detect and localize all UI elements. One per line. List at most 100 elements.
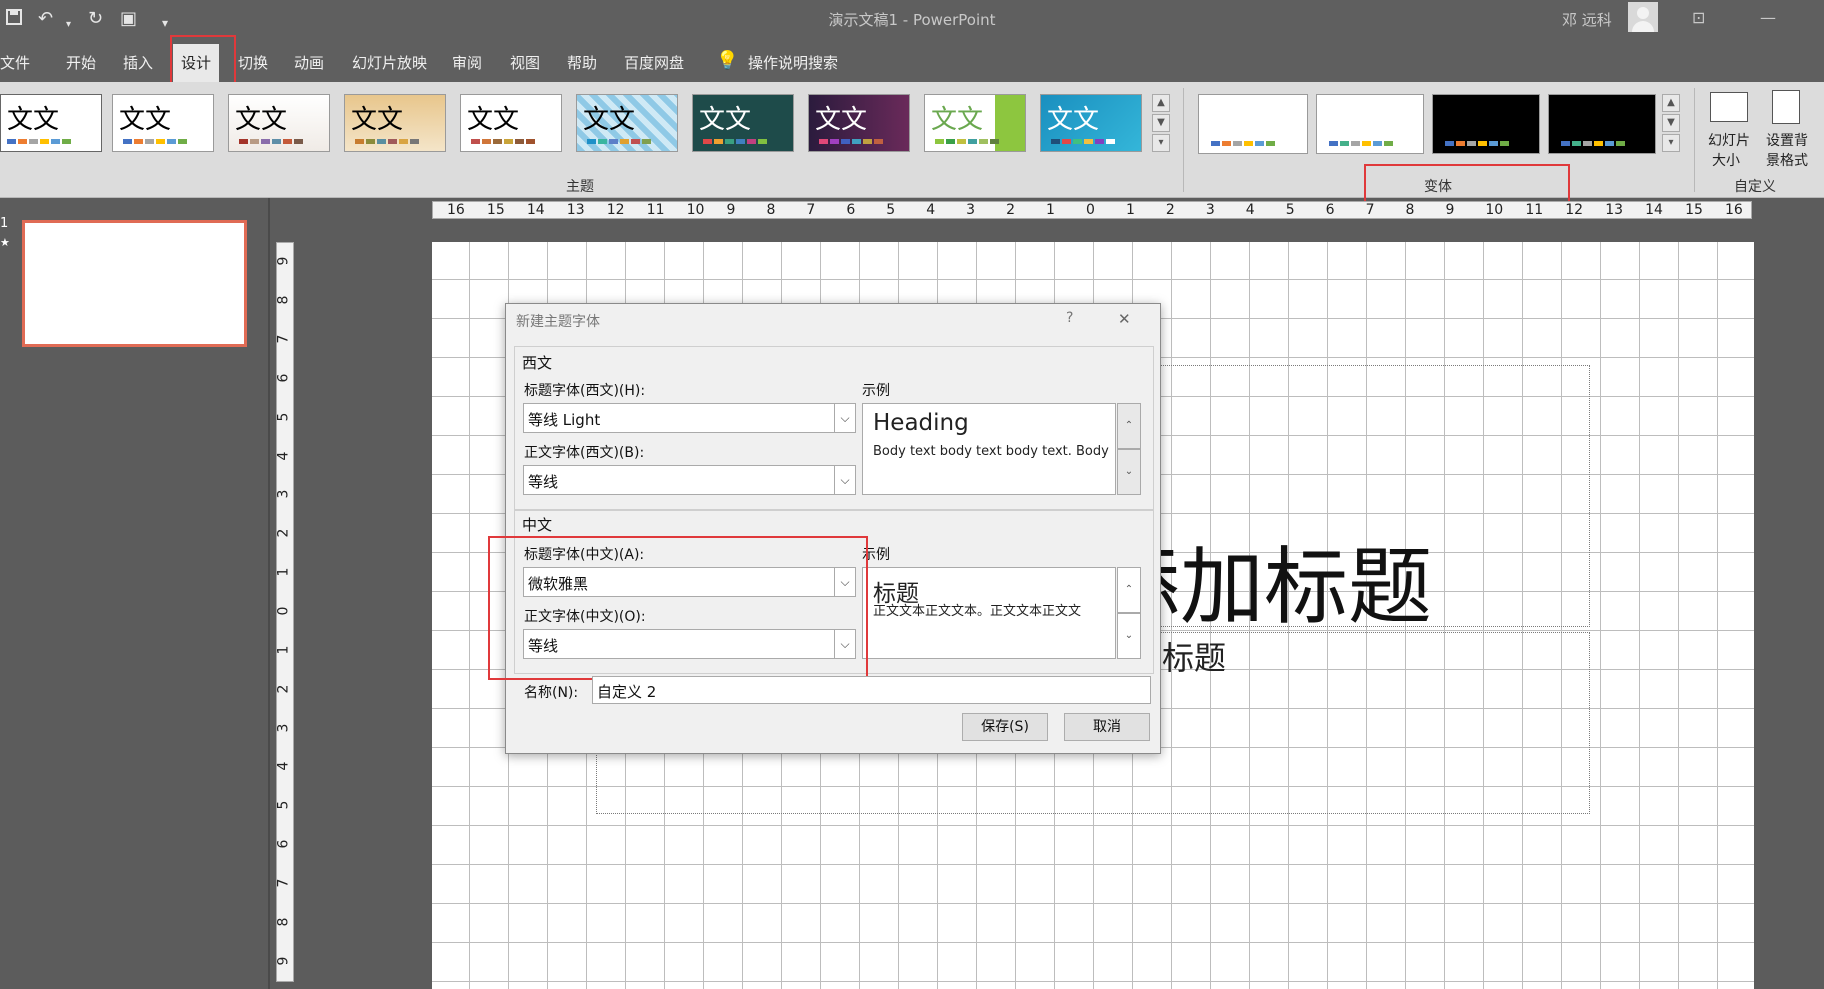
theme-thumb-3[interactable]: 文文 [228,94,330,152]
theme-thumb-4[interactable]: 文文 [344,94,446,152]
theme-sample-text: 文文 [583,105,636,135]
ruler-number: 0 [1086,202,1095,218]
tab-insert[interactable]: 插入 [123,52,153,73]
name-input[interactable]: 自定义 2 [592,676,1151,704]
user-name[interactable]: 邓 远科 [1562,9,1612,30]
swatch [1489,141,1498,146]
tab-review[interactable]: 审阅 [452,52,482,73]
format-background-icon[interactable] [1772,90,1800,124]
swatch [990,139,999,144]
variant-thumb-2[interactable] [1316,94,1424,154]
ruler-number: 9 [275,956,292,966]
ruler-number: 8 [275,295,292,305]
ruler-number: 10 [686,202,705,218]
vertical-ruler: 9 8 7 6 5 4 3 2 1 0 1 2 3 4 5 6 7 8 9 [275,242,294,982]
ruler-number: 2 [1006,202,1016,218]
variant-thumb-4[interactable] [1548,94,1656,154]
swatch [1467,141,1476,146]
avatar[interactable] [1628,2,1658,32]
save-button[interactable]: 保存(S) [962,713,1048,741]
theme-thumb-5[interactable]: 文文 [460,94,562,152]
group-divider [1183,88,1184,192]
theme-thumb-8[interactable]: 文文 [808,94,910,152]
format-background-label-2[interactable]: 景格式 [1766,150,1808,170]
minimize-icon[interactable]: — [1760,8,1776,27]
theme-sample-text: 文文 [931,105,984,135]
chinese-preview-scroll-down[interactable]: ⌄ [1117,613,1141,659]
swatch [272,139,281,144]
swatch [29,139,38,144]
tab-animations[interactable]: 动画 [294,52,324,73]
avatar-head [1637,7,1649,19]
theme-thumb-office[interactable]: 文文 [0,94,102,152]
present-from-start-icon[interactable]: ▣ [120,8,137,30]
swatch [1106,139,1115,144]
swatch [1095,139,1104,144]
themes-group-label: 主题 [566,179,594,195]
swatch [134,139,143,144]
tab-file[interactable]: 文件 [0,52,30,73]
undo-icon[interactable]: ↶ [38,8,53,30]
tab-slideshow[interactable]: 幻灯片放映 [352,52,427,73]
themes-more-button[interactable]: ▾ [1152,134,1170,152]
ribbon-display-options-icon[interactable]: ⊡ [1692,8,1705,27]
undo-dropdown-icon[interactable]: ▾ [66,14,71,36]
slide-thumbnail-1[interactable] [22,220,247,347]
swatch [250,139,259,144]
swatch [725,139,734,144]
swatch [294,139,303,144]
theme-thumb-6[interactable]: 文文 [576,94,678,152]
tab-baidu-netdisk[interactable]: 百度网盘 [624,52,684,73]
customize-qat-icon[interactable]: ▾ [162,12,168,34]
body-font-western-select[interactable]: 等线 ⌵ [523,465,856,495]
tab-view[interactable]: 视图 [510,52,540,73]
swatch [642,139,651,144]
ruler-number: 3 [275,490,292,499]
slide-size-label-2[interactable]: 大小 [1712,150,1740,170]
chinese-preview-scroll-up[interactable]: ⌃ [1117,567,1141,613]
chevron-down-icon[interactable]: ⌵ [834,404,855,432]
theme-thumb-9[interactable]: 文文 [924,94,1026,152]
cancel-button[interactable]: 取消 [1064,713,1150,741]
variant-thumb-1[interactable] [1198,94,1308,154]
variants-more-button[interactable]: ▾ [1662,134,1680,152]
variants-scroll-down[interactable]: ▼ [1662,114,1680,132]
theme-thumb-7[interactable]: 文文 [692,94,794,152]
chinese-sample-body: 正文文本正文文本。正文文本正文文 [873,604,1082,619]
theme-thumb-10[interactable]: 文文 [1040,94,1142,152]
heading-font-western-select[interactable]: 等线 Light ⌵ [523,403,856,433]
tab-help[interactable]: 帮助 [567,52,597,73]
swatch [493,139,502,144]
swatch [714,139,723,144]
swatch [819,139,828,144]
redo-icon[interactable]: ↻ [88,8,103,30]
themes-scroll-down[interactable]: ▼ [1152,114,1170,132]
themes-scroll-up[interactable]: ▲ [1152,94,1170,112]
new-theme-fonts-dialog: 新建主题字体 ? ✕ 西文 标题字体(西文)(H): 等线 Light ⌵ 正文… [488,303,1161,754]
customize-group-label: 自定义 [1734,179,1776,195]
slide-size-icon[interactable] [1710,92,1748,122]
tab-transitions[interactable]: 切换 [238,52,268,73]
swatch [1605,141,1614,146]
help-icon[interactable]: ? [1066,310,1073,326]
ruler-number: 14 [1645,202,1663,218]
ruler-number: 7 [1365,202,1375,218]
swatch [515,139,524,144]
theme-thumb-2[interactable]: 文文 [112,94,214,152]
western-preview-scroll-down[interactable]: ⌄ [1117,449,1141,495]
tell-me-search[interactable]: 操作说明搜索 [748,52,838,73]
save-icon[interactable] [5,8,23,32]
western-preview-scroll-up[interactable]: ⌃ [1117,403,1141,449]
western-sample-label: 示例 [862,383,890,399]
swatch [239,139,248,144]
variant-thumb-3[interactable] [1432,94,1540,154]
pane-splitter[interactable] [268,198,270,989]
tab-home[interactable]: 开始 [66,52,96,73]
chevron-down-icon[interactable]: ⌵ [834,466,855,494]
format-background-label[interactable]: 设置背 [1766,130,1808,150]
slide-size-label[interactable]: 幻灯片 [1708,130,1750,150]
ruler-number: 3 [1205,202,1215,218]
close-icon[interactable]: ✕ [1118,310,1131,328]
variants-scroll-up[interactable]: ▲ [1662,94,1680,112]
lightbulb-icon[interactable]: 💡 [716,50,738,71]
